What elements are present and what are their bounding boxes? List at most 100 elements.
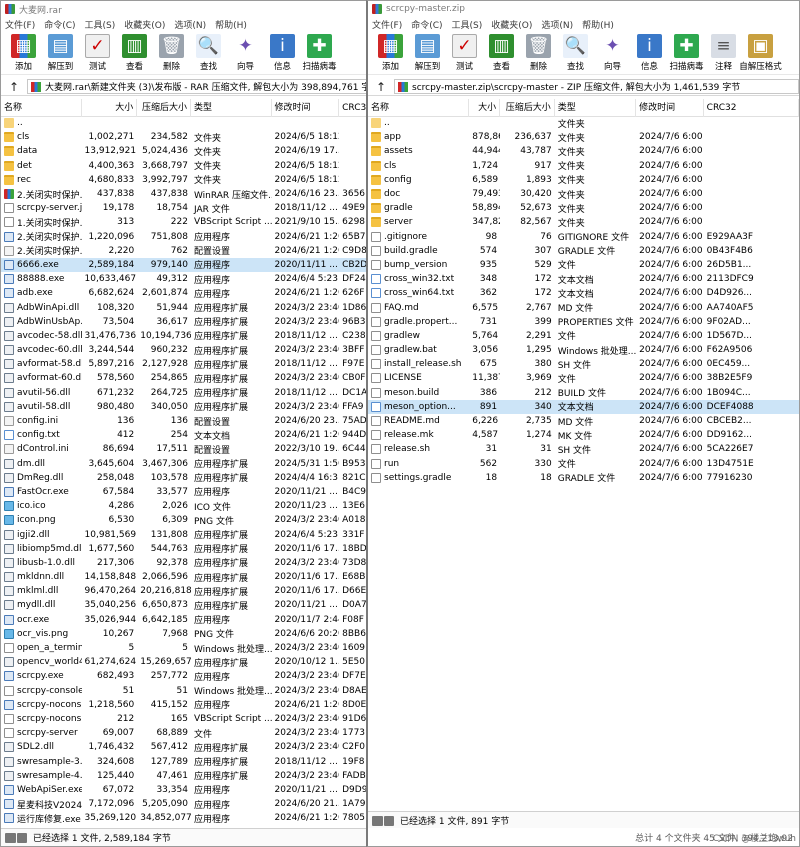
list-item[interactable]: ico.ico 4,286 2,026 ICO 文件 2020/11/23 ... 13E… [1,499,367,513]
list-item[interactable]: cross_win32.txt 348 172 文本文档 2024/7/6 6:00 21… [368,272,799,286]
path-field[interactable]: scrcpy-master.zip\scrcpy-master - ZIP 压缩… [394,79,799,94]
list-item[interactable]: libusb-1.0.dll 217,306 92,378 应用程序扩展 2024/3/… [1,556,367,570]
list-item[interactable]: dm.dll 3,645,604 3,467,306 应用程序扩展 2024/5/31 … [1,457,367,471]
menu-commands[interactable]: 命令(C) [411,18,442,31]
extract-button[interactable]: ▤ 解压到 [409,31,446,72]
list-item[interactable]: release.mk 4,587 1,274 MK 文件 2024/7/6 6:00 DD… [368,428,799,442]
list-item[interactable]: gradlew 5,764 2,291 文件 2024/7/6 6:00 1D567D..… [368,329,799,343]
list-item[interactable]: gradle 58,894 52,673 文件夹 2024/7/6 6:00 [368,201,799,215]
list-item[interactable]: mydll.dll 35,040,256 6,650,873 应用程序扩展 2020/1… [1,598,367,612]
column-type[interactable]: 类型 [555,98,637,117]
list-item[interactable]: app 878,869 236,637 文件夹 2024/7/6 6:00 [368,130,799,144]
list-item[interactable]: .. 文件夹 [368,116,799,130]
list-item[interactable]: mklml.dll 96,470,264 20,216,818 应用程序扩展 2020/… [1,584,367,598]
list-item[interactable]: build.gradle 574 307 GRADLE 文件 2024/7/6 6:00… [368,244,799,258]
menu-tools[interactable]: 工具(S) [452,18,483,31]
menu-commands[interactable]: 命令(C) [44,18,75,31]
list-item[interactable]: release.sh 31 31 SH 文件 2024/7/6 6:00 5CA226E7 [368,442,799,456]
list-item[interactable]: det 4,400,363 3,668,797 文件夹 2024/6/5 18:12 [1,159,367,173]
column-type[interactable]: 类型 [191,98,272,117]
list-item[interactable]: assets 44,944 43,787 文件夹 2024/7/6 6:00 [368,144,799,158]
list-item[interactable]: cls 1,724 917 文件夹 2024/7/6 6:00 [368,159,799,173]
list-item[interactable]: doc 79,493 30,420 文件夹 2024/7/6 6:00 [368,187,799,201]
list-item[interactable]: .gitignore 98 76 GITIGNORE 文件 2024/7/6 6:00 E… [368,230,799,244]
list-item[interactable]: AdbWinApi.dll 108,320 51,944 应用程序扩展 2024/3/2… [1,300,367,314]
test-button[interactable]: ✓ 测试 [446,31,483,72]
list-item[interactable]: avcodec-58.dll 31,476,736 10,194,736 应用程序扩展… [1,329,367,343]
delete-button[interactable]: 🗑 删除 [520,31,557,72]
info-button[interactable]: i 信息 [631,31,668,72]
list-item[interactable]: server 347,820 82,567 文件夹 2024/7/6 6:00 [368,215,799,229]
column-packed[interactable]: 压缩后大小 [137,98,191,117]
extract-button[interactable]: ▤ 解压到 [42,31,79,72]
column-packed[interactable]: 压缩后大小 [500,98,555,117]
list-item[interactable]: gradlew.bat 3,056 1,295 Windows 批处理... 2024/… [368,343,799,357]
list-item[interactable]: dControl.ini 86,694 17,511 配置设置 2022/3/10 19… [1,442,367,456]
list-item[interactable]: avutil-56.dll 671,232 264,725 应用程序扩展 2018/11… [1,386,367,400]
column-size[interactable]: 大小 [82,98,138,117]
list-item[interactable]: swresample-3... 324,608 127,789 应用程序扩展 2018/… [1,754,367,768]
add-button[interactable]: ▦ 添加 [372,31,409,72]
list-item[interactable]: opencv_world4...61,274,62415,269,657应用程序… [1,655,367,669]
list-item[interactable]: 2.关闭实时保护... 2,220 762 配置设置 2024/6/21 1:26 C9D… [1,244,367,258]
find-button[interactable]: 🔍 查找 [190,31,227,72]
menu-help[interactable]: 帮助(H) [215,18,247,31]
list-item[interactable]: avformat-60.dll 578,560 254,865 应用程序扩展 2024/… [1,371,367,385]
wizard-button[interactable]: ✦ 向导 [227,31,264,72]
list-item[interactable]: README.md 6,226 2,735 MD 文件 2024/7/6 6:00 CBC… [368,414,799,428]
wizard-button[interactable]: ✦ 向导 [594,31,631,72]
list-item[interactable]: scrcpy.exe 682,493 257,772 应用程序 2024/3/2 23:… [1,669,367,683]
column-name[interactable]: 名称 [1,98,82,117]
path-field[interactable]: 大麦网.rar\新建文件夹 (3)\发布版 - RAR 压缩文件, 解包大小为 … [27,79,367,94]
list-item[interactable]: ocr_vis.png 10,267 7,968 PNG 文件 2024/6/6 20:… [1,627,367,641]
menu-tools[interactable]: 工具(S) [85,18,116,31]
list-item[interactable]: igji2.dll 10,981,569 131,808 应用程序扩展 2024/6/4… [1,527,367,541]
test-button[interactable]: ✓ 测试 [79,31,116,72]
list-item[interactable]: ocr.exe 35,026,944 6,642,185 应用程序 2020/11/7 … [1,613,367,627]
list-item[interactable]: open_a_termin... 5 5 Windows 批处理...2024/3/2… [1,641,367,655]
list-item[interactable]: adb.exe 6,682,624 2,601,874 应用程序 2024/6/21 1… [1,286,367,300]
add-button[interactable]: ▦ 添加 [5,31,42,72]
up-arrow-icon[interactable]: ↑ [1,79,27,95]
view-button[interactable]: ▥ 查看 [116,31,153,72]
column-crc32[interactable]: CRC32 [704,98,799,117]
list-item[interactable]: 2.关闭实时保护... 1,220,096 751,808 应用程序 2024/6/21… [1,230,367,244]
list-item[interactable]: run 562 330 文件 2024/7/6 6:00 13D4751E [368,457,799,471]
list-item[interactable]: scrcpy-server.jar 19,178 18,754 JAR 文件 2018/… [1,201,367,215]
comment-button[interactable]: ≡ 注释 [705,31,742,72]
list-item[interactable]: SDL2.dll 1,746,432 567,412 应用程序扩展 2024/3/2 2… [1,740,367,754]
menu-favorites[interactable]: 收藏夹(O) [491,18,532,31]
up-arrow-icon[interactable]: ↑ [368,79,394,95]
list-item[interactable]: scrcpy-nocons... 212 165 VBScript Script ..… [1,712,367,726]
menu-options[interactable]: 选项(N) [174,18,206,31]
menu-favorites[interactable]: 收藏夹(O) [124,18,165,31]
column-modified[interactable]: 修改时间 [272,98,340,117]
menu-help[interactable]: 帮助(H) [582,18,614,31]
list-item[interactable]: FAQ.md 6,575 2,767 MD 文件 2024/7/6 6:00 AA740A… [368,300,799,314]
list-item[interactable]: avformat-58.dll 5,897,216 2,127,928 应用程序扩展 2… [1,357,367,371]
list-item[interactable]: avutil-58.dll 980,480 340,050 应用程序扩展 2024/3/… [1,400,367,414]
sfx-button[interactable]: ▣ 自解压格式 [739,31,782,72]
find-button[interactable]: 🔍 查找 [557,31,594,72]
list-item[interactable]: data 13,912,921 5,024,436 文件夹 2024/6/19 17..… [1,144,367,158]
list-item[interactable]: meson.build 386 212 BUILD 文件 2024/7/6 6:00 1B… [368,386,799,400]
list-item[interactable]: avcodec-60.dll 3,244,544 960,232 应用程序扩展 2024… [1,343,367,357]
list-item[interactable]: gradle.propert... 731 399 PROPERTIES 文件 2024… [368,315,799,329]
list-item[interactable]: mkldnn.dll 14,158,848 2,066,596 应用程序扩展 2020/… [1,570,367,584]
list-item[interactable]: scrcpy-server 69,007 68,889 文件 2024/3/2 23:4… [1,726,367,740]
column-name[interactable]: 名称 [368,98,470,117]
info-button[interactable]: i 信息 [264,31,301,72]
column-crc32[interactable]: CRC32 [339,98,367,117]
list-item[interactable]: install_release.sh 675 380 SH 文件 2024/7/6 6:… [368,357,799,371]
list-item[interactable]: config 6,589 1,893 文件夹 2024/7/6 6:00 [368,173,799,187]
list-item[interactable]: scrcpy-console... 51 51 Windows 批处理...2024/… [1,684,367,698]
list-item[interactable]: settings.gradle 18 18 GRADLE 文件 2024/7/6 6:0… [368,471,799,485]
list-item[interactable]: LICENSE 11,387 3,969 文件 2024/7/6 6:0038B2E5F… [368,371,799,385]
list-item[interactable]: config.txt 412 254 文本文档 2024/6/21 1:26 944D [1,428,367,442]
list-item[interactable]: 1.关闭实时保护... 313 222 VBScript Script ... 2021… [1,215,367,229]
list-item[interactable]: icon.png 6,530 6,309 PNG 文件 2024/3/2 23:40 A0… [1,513,367,527]
list-item[interactable]: 2.关闭实时保护... 437,838 437,838 WinRAR 压缩文件... 2… [1,187,367,201]
virus-scan-button[interactable]: ✚ 扫描病毒 [301,31,338,72]
list-item[interactable]: meson_option... 891 340 文本文档 2024/7/6 6:00 DC… [368,399,799,414]
view-button[interactable]: ▥ 查看 [483,31,520,72]
